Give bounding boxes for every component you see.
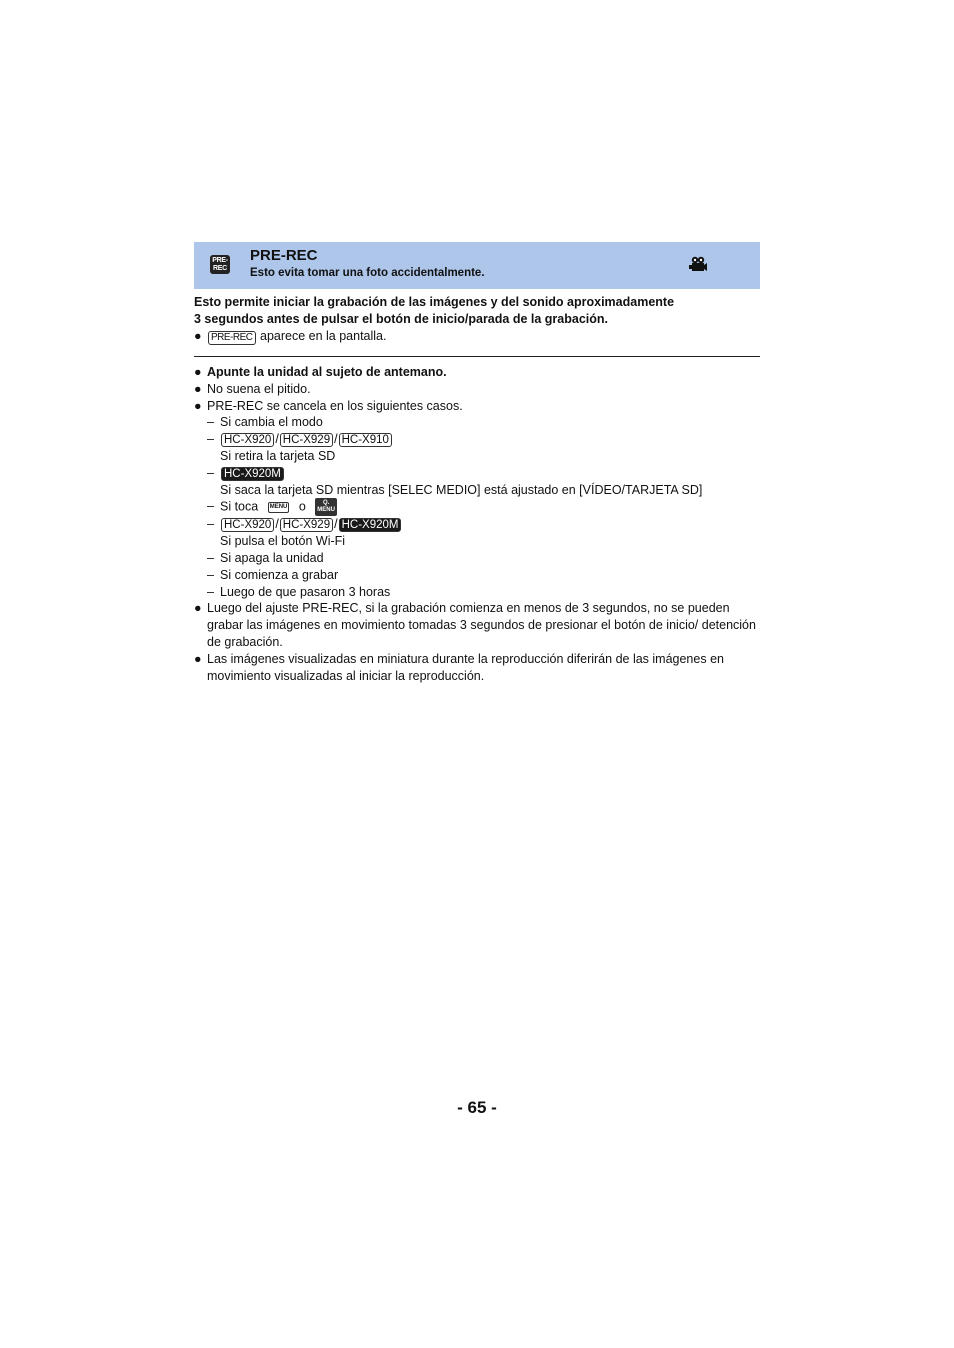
quick-menu-icon-top: Q.	[322, 500, 330, 507]
pre-rec-icon: PRE- REC	[210, 255, 230, 274]
case-text: Luego de que pasaron 3 horas	[220, 584, 391, 599]
separator: /	[275, 432, 279, 447]
case-text: Si apaga la unidad	[220, 550, 324, 565]
bullet: ●	[194, 398, 202, 413]
case-item: – Si cambia el modo	[194, 414, 760, 431]
note-text: PRE-REC se cancela en los siguientes cas…	[207, 398, 463, 413]
model-tag: HC-X920M	[338, 518, 402, 533]
intro-bullet: ● PRE-REC aparece en la pantalla.	[194, 328, 760, 345]
dash: –	[207, 432, 214, 447]
case-item: – Si apaga la unidad	[194, 550, 760, 567]
case-item: – Si comienza a grabar	[194, 567, 760, 584]
case-item: – HC-X920/HC-X929/HC-X910 Si retira la t…	[194, 431, 760, 465]
or-text: o	[298, 499, 306, 514]
model-tag: HC-X920	[221, 518, 275, 533]
bullet: ●	[194, 365, 202, 379]
list-item: ● Luego del ajuste PRE-REC, si la grabac…	[194, 600, 760, 650]
dash: –	[207, 499, 214, 514]
quick-menu-icon-bottom: MENU	[317, 507, 335, 514]
dash: –	[207, 550, 214, 565]
separator: /	[334, 517, 338, 532]
dash: –	[207, 517, 214, 532]
case-text: Si comienza a grabar	[220, 567, 339, 582]
model-tag: HC-X920M	[221, 466, 284, 481]
pre-rec-icon-bottom: REC	[213, 265, 227, 272]
menu-icon: MENU	[267, 501, 290, 513]
intro-bullet-text: aparece en la pantalla.	[260, 329, 387, 343]
note-text: Apunte la unidad al sujeto de antemano.	[207, 365, 447, 379]
case-item: – HC-X920M Si saca la tarjeta SD mientra…	[194, 465, 760, 499]
video-camera-icon	[689, 256, 707, 271]
case-text: Si retira la tarjeta SD	[220, 448, 336, 463]
dash: –	[207, 584, 214, 599]
case-text: Si cambia el modo	[220, 415, 323, 430]
quick-menu-icon: Q. MENU	[315, 498, 337, 517]
case-item: – HC-X920/HC-X929/HC-X920M Si pulsa el b…	[194, 516, 760, 550]
list-item: ● No suena el pitido.	[194, 381, 760, 398]
model-tag: HC-X920	[221, 433, 275, 448]
dash: –	[207, 567, 214, 582]
dash: –	[207, 465, 214, 480]
bullet: ●	[194, 601, 202, 616]
bullet: ●	[194, 329, 202, 343]
intro-line-2: 3 segundos antes de pulsar el botón de i…	[194, 312, 608, 326]
section-title: PRE-REC	[250, 247, 318, 264]
intro: Esto permite iniciar la grabación de las…	[194, 294, 760, 345]
list-item: ● PRE-REC se cancela en los siguientes c…	[194, 398, 760, 415]
model-tag: HC-X910	[338, 433, 392, 448]
pre-rec-icon-top: PRE-	[212, 257, 228, 264]
model-tag: HC-X929	[279, 433, 334, 448]
section-subtitle: Esto evita tomar una foto accidentalment…	[250, 267, 485, 279]
bullet: ●	[194, 381, 202, 396]
model-tag: HC-X929	[279, 518, 334, 533]
note-text: Las imágenes visualizadas en miniatura d…	[207, 651, 724, 683]
case-item: – Si toca MENU o Q. MENU	[194, 498, 760, 517]
note-text: No suena el pitido.	[207, 381, 311, 396]
page-number: - 65 -	[457, 1098, 497, 1117]
pre-rec-indicator-tag: PRE-REC	[208, 331, 256, 345]
list-item: ● Apunte la unidad al sujeto de antemano…	[194, 364, 760, 381]
list-item: ● Las imágenes visualizadas en miniatura…	[194, 651, 760, 685]
case-item: – Luego de que pasaron 3 horas	[194, 584, 760, 601]
bullet: ●	[194, 651, 202, 666]
notes-list: ● Apunte la unidad al sujeto de antemano…	[194, 364, 760, 684]
case-text: Si pulsa el botón Wi-Fi	[220, 534, 346, 549]
divider	[194, 356, 760, 357]
dash: –	[207, 415, 214, 430]
case-text: Si toca	[220, 499, 259, 514]
section-header: PRE- REC PRE-REC Esto evita tomar una fo…	[194, 242, 760, 289]
separator: /	[334, 432, 338, 447]
intro-line-1: Esto permite iniciar la grabación de las…	[194, 295, 675, 309]
separator: /	[275, 517, 279, 532]
case-text: Si saca la tarjeta SD mientras [SELEC ME…	[220, 482, 703, 497]
note-text: Luego del ajuste PRE-REC, si la grabació…	[207, 601, 756, 649]
